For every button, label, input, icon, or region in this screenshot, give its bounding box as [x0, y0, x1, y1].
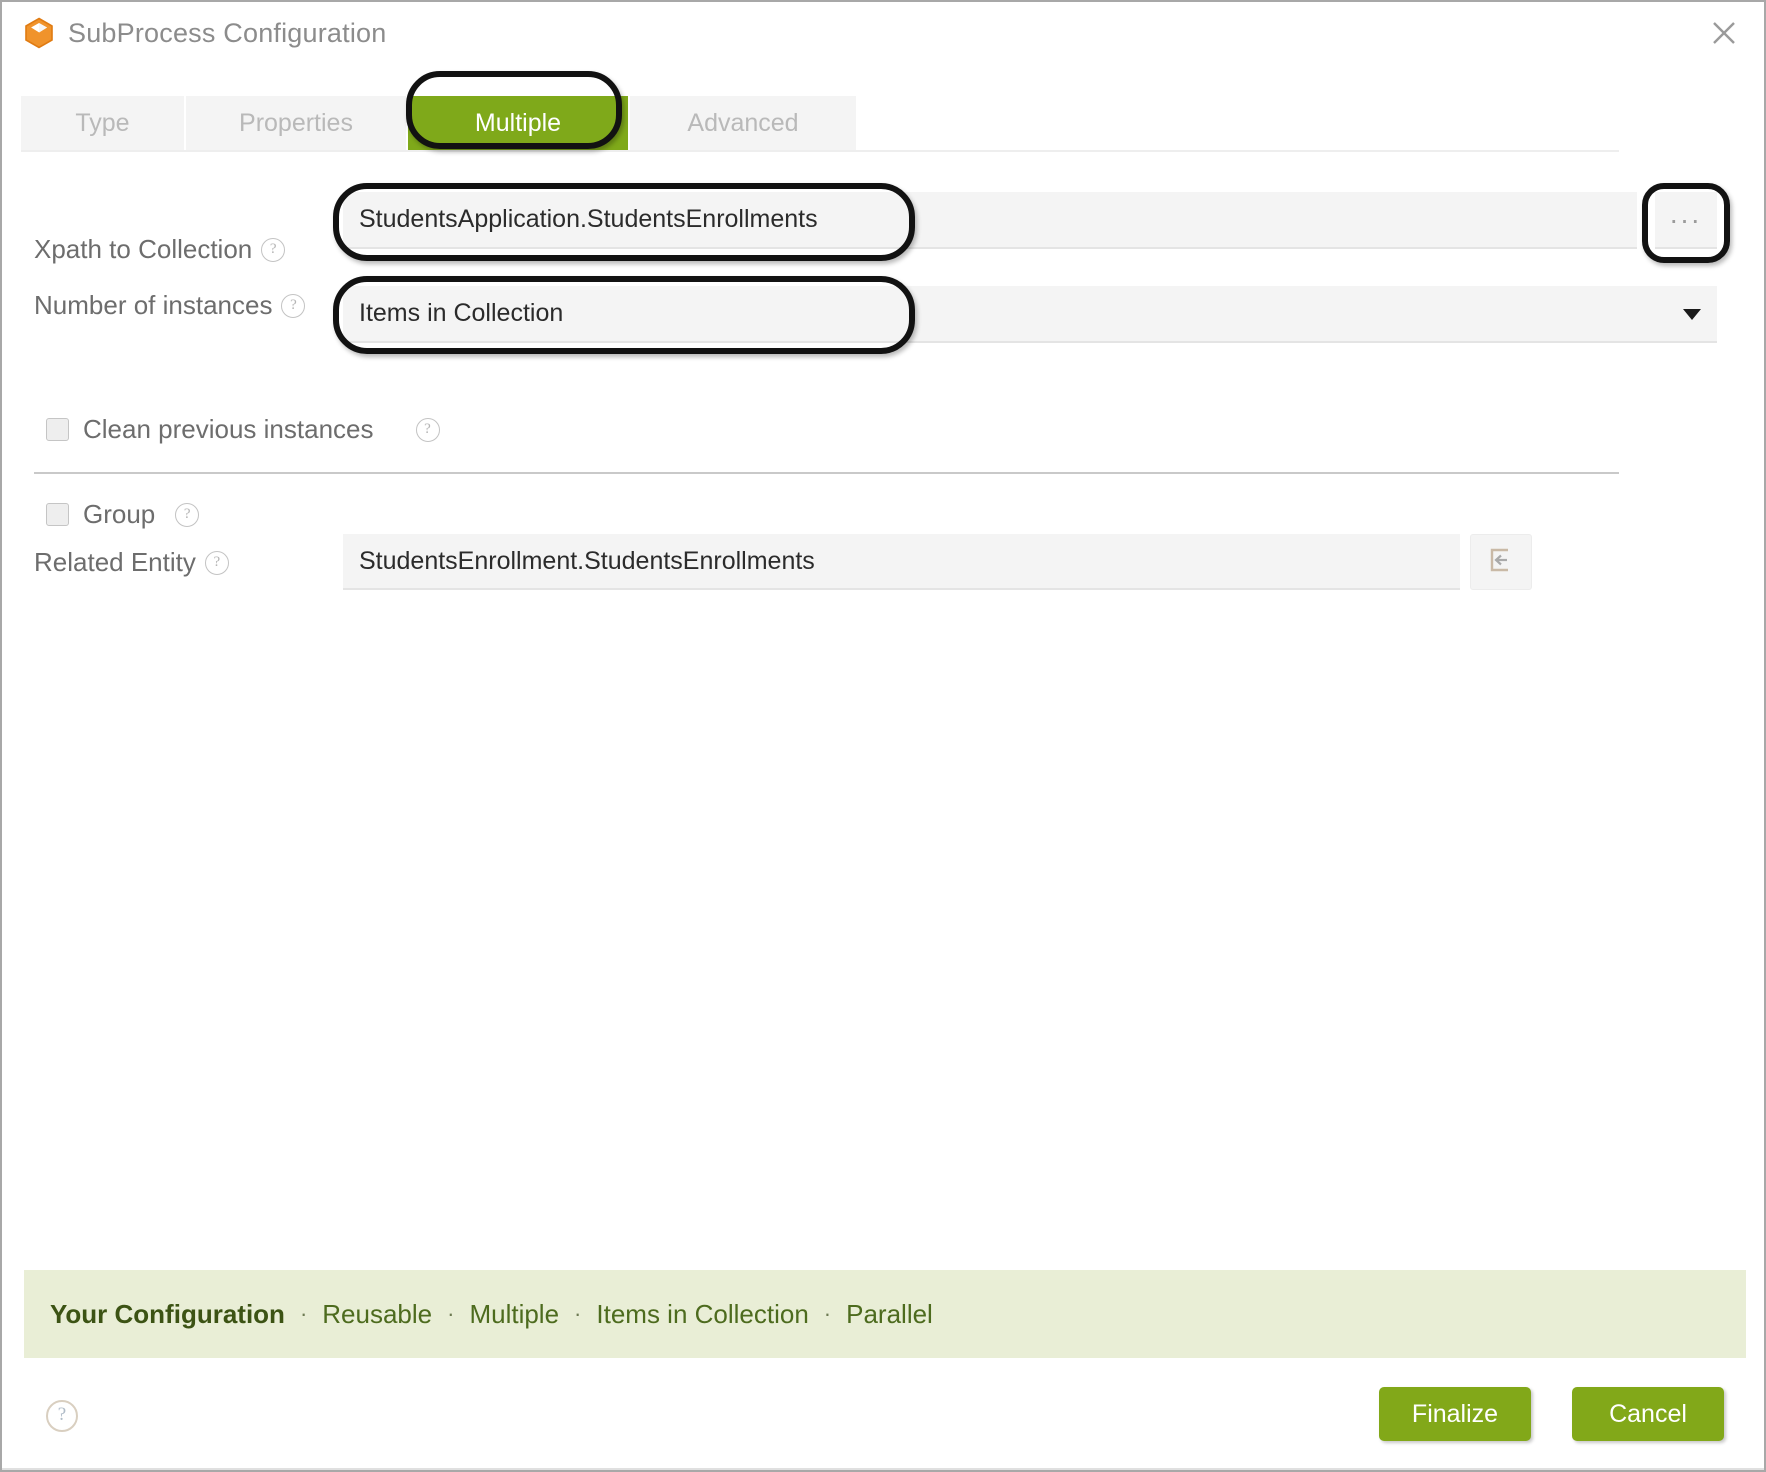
hexagon-cube-icon	[22, 16, 56, 50]
summary-item-multiple: Multiple	[469, 1298, 560, 1329]
summary-title: Your Configuration	[50, 1298, 285, 1329]
xpath-label-text: Xpath to Collection	[34, 234, 253, 264]
group-row[interactable]: Group ?	[46, 499, 200, 530]
xpath-to-collection-input[interactable]	[343, 192, 1637, 249]
help-icon-footer[interactable]: ?	[46, 1400, 78, 1432]
help-icon-instances[interactable]: ?	[281, 293, 306, 318]
summary-item-parallel: Parallel	[846, 1298, 933, 1329]
xpath-browse-button[interactable]: ...	[1655, 192, 1717, 249]
related-entity-input[interactable]	[343, 534, 1460, 590]
number-of-instances-select[interactable]	[343, 286, 1717, 343]
ellipsis-icon: ...	[1669, 197, 1703, 229]
related-entity-label-text: Related Entity	[34, 547, 196, 577]
group-checkbox[interactable]	[46, 503, 69, 526]
help-icon-xpath[interactable]: ?	[261, 237, 286, 262]
tabbar: Type Properties Multiple Advanced	[21, 96, 938, 150]
number-of-instances-label: Number of instances ?	[34, 290, 306, 321]
summary-separator-3: ·	[574, 1301, 582, 1326]
subprocess-configuration-dialog: SubProcess Configuration Type Properties…	[0, 0, 1766, 1472]
go-to-entity-button[interactable]	[1470, 534, 1532, 590]
clean-previous-instances-checkbox[interactable]	[46, 418, 69, 441]
tab-multiple[interactable]: Multiple	[408, 96, 630, 150]
section-divider	[34, 472, 1619, 474]
summary-separator-4: ·	[823, 1301, 832, 1326]
configuration-summary-banner: Your Configuration · Reusable · Multiple…	[24, 1270, 1746, 1358]
go-to-entity-icon	[1486, 547, 1516, 578]
close-icon[interactable]	[1700, 10, 1748, 56]
clean-previous-instances-label: Clean previous instances	[83, 414, 374, 444]
footer-divider	[2, 1468, 1764, 1470]
summary-item-reusable: Reusable	[322, 1298, 433, 1329]
group-label: Group	[83, 499, 156, 529]
tab-advanced[interactable]: Advanced	[630, 96, 856, 150]
help-icon-related-entity[interactable]: ?	[204, 550, 229, 575]
summary-item-items-in-collection: Items in Collection	[596, 1298, 809, 1329]
help-icon-group[interactable]: ?	[175, 502, 200, 527]
tab-properties[interactable]: Properties	[186, 96, 408, 150]
cancel-button[interactable]: Cancel	[1572, 1387, 1724, 1441]
finalize-button[interactable]: Finalize	[1379, 1387, 1531, 1441]
xpath-to-collection-label: Xpath to Collection ?	[34, 234, 286, 265]
instances-label-text: Number of instances	[34, 290, 273, 320]
window-title: SubProcess Configuration	[68, 17, 387, 48]
tabbar-underline	[21, 150, 1619, 152]
title-bar: SubProcess Configuration	[2, 2, 1764, 64]
tab-type[interactable]: Type	[21, 96, 186, 150]
help-icon-clean-previous[interactable]: ?	[415, 417, 440, 442]
related-entity-label: Related Entity ?	[34, 547, 229, 578]
summary-separator-2: ·	[447, 1301, 455, 1326]
summary-separator-1: ·	[299, 1301, 308, 1326]
clean-previous-instances-row[interactable]: Clean previous instances ?	[46, 414, 440, 445]
